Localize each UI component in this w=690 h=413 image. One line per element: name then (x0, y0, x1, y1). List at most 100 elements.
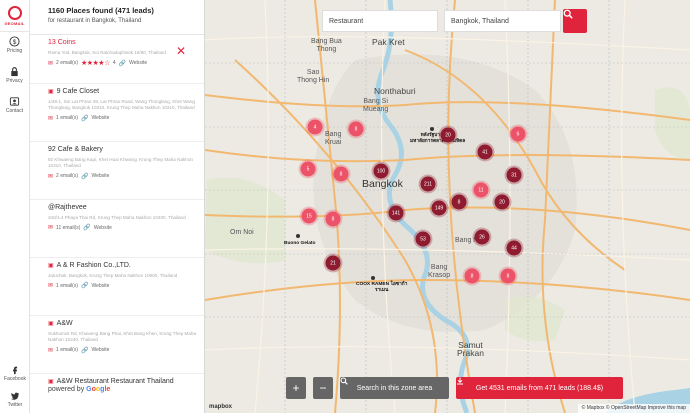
cluster-marker[interactable]: 211 (420, 176, 436, 192)
place-icon: ▣ (48, 89, 54, 95)
map-label: Bang Bua Thong (311, 38, 342, 53)
map-label: Nonthaburi (374, 86, 416, 96)
google-logo: Google (86, 386, 111, 393)
map[interactable]: Pak Kret Bang Bua Thong Sao Thong Hin No… (205, 0, 690, 413)
get-emails-label: Get 4531 emails from 471 leads (188.4$) (475, 384, 604, 392)
rail-item-twitter[interactable]: Twitter (0, 387, 30, 413)
location-input[interactable]: Bangkok, Thailand (444, 10, 561, 32)
cluster-marker[interactable]: 20 (494, 194, 510, 210)
place-item[interactable]: 92 Cafe & Bakery 92 Khwaeng Bang Kapi, K… (30, 142, 204, 200)
results-title: 1160 Places found (471 leads) (48, 6, 154, 15)
place-website[interactable]: Website (91, 283, 109, 289)
place-website[interactable]: Website (91, 115, 109, 121)
keyword-value: Restaurant (329, 17, 364, 25)
cluster-marker[interactable]: 8 (348, 121, 364, 137)
place-item[interactable]: ▣ A&W Sukhumvit Rd, Khwaeng Bang Phai, Kh… (30, 316, 204, 374)
zoom-in-button[interactable]: + (286, 377, 306, 399)
place-emails[interactable]: 1 email(s) (56, 347, 78, 353)
cluster-marker[interactable]: 11 (473, 182, 489, 198)
place-website[interactable]: Website (91, 347, 109, 353)
twitter-icon (10, 392, 20, 400)
rail-item-contact[interactable]: Contact (0, 92, 29, 122)
place-emails[interactable]: 2 email(s) (56, 60, 78, 66)
search-icon (563, 9, 573, 19)
place-emails[interactable]: 1 email(s) (56, 115, 78, 121)
place-name: A & R Fashion Co.,LTD. (56, 262, 131, 269)
cluster-marker[interactable]: 8 (464, 268, 480, 284)
rail-item-label: Twitter (7, 402, 23, 408)
cluster-marker[interactable]: 41 (477, 144, 493, 160)
link-icon: 🔗 (80, 347, 89, 354)
place-website[interactable]: Website (94, 225, 112, 231)
brand-name: GEOMAIL (4, 20, 25, 26)
place-item-selected[interactable]: 13 Coins Rama Yod, Bangkok, Soi Ratchada… (30, 35, 204, 84)
place-address: 340/1-4 Phaya Thai Rd, Krung Thep Maha N… (48, 215, 186, 220)
geomail-app: GEOMAIL $ Pricing Privacy Contact Facebo… (0, 0, 690, 413)
cluster-marker[interactable]: 31 (506, 167, 522, 183)
poi-marker-icon[interactable] (430, 127, 434, 131)
rating-stars: ★★★★☆ (80, 60, 110, 68)
cluster-marker[interactable]: 4 (307, 119, 323, 135)
place-name: A&W Restaurant Restaurant Thailand (56, 378, 174, 385)
cluster-marker[interactable]: 26 (474, 229, 490, 245)
link-icon: 🔗 (80, 283, 89, 290)
place-address: Jatuchak, Bangkok, Krung Thep Maha Nakho… (48, 273, 178, 278)
get-emails-button[interactable]: Get 4531 emails from 471 leads (188.4$) (456, 377, 623, 399)
svg-text:$: $ (13, 39, 17, 46)
map-background (205, 0, 690, 413)
cluster-marker[interactable]: 15 (301, 208, 317, 224)
place-name: 9 Cafe Closet (56, 88, 100, 95)
place-address: Sukhumvit Rd, Khwaeng Bang Phai, Khet Ba… (48, 331, 197, 343)
cluster-marker[interactable]: 149 (431, 200, 447, 216)
place-emails[interactable]: 1 email(s) (56, 283, 78, 289)
cluster-marker[interactable]: 8 (500, 268, 516, 284)
place-emails[interactable]: 11 email(s) (56, 225, 80, 231)
place-item[interactable]: ▣ A & R Fashion Co.,LTD. Jatuchak, Bangko… (30, 258, 204, 316)
cluster-marker[interactable]: 21 (325, 255, 341, 271)
search-button[interactable] (563, 9, 587, 33)
email-icon: ✉ (48, 173, 54, 180)
place-address: 1/48-1, Soi Lat Phrao 49, Lat Phrao Road… (48, 99, 195, 111)
keyword-input[interactable]: Restaurant (322, 10, 438, 32)
place-address: 92 Khwaeng Bang Kapi, Khet Huai Khwang, … (48, 157, 193, 169)
place-website[interactable]: Website (91, 173, 109, 179)
rail-item-facebook[interactable]: Facebook (0, 361, 30, 387)
poi-label: หลังรัฐบาลมิวสิก มหาลัยการตลาด จร.มหิดล (410, 133, 466, 144)
place-website[interactable]: Website (129, 60, 147, 66)
contact-icon (9, 97, 20, 106)
place-item[interactable]: @Rajthevee 340/1-4 Phaya Thai Rd, Krung … (30, 200, 204, 258)
cluster-marker[interactable]: 8 (333, 166, 349, 182)
search-zone-label: Search in this zone area (356, 384, 433, 392)
cluster-marker[interactable]: 100 (373, 163, 389, 179)
cluster-marker[interactable]: 20 (440, 127, 456, 143)
brand-logo[interactable]: GEOMAIL (0, 0, 29, 32)
place-name: A&W (56, 320, 73, 327)
results-header: 1160 Places found (471 leads) for restau… (30, 0, 204, 35)
zoom-out-button[interactable]: − (313, 377, 333, 399)
rail-item-privacy[interactable]: Privacy (0, 62, 29, 92)
place-icon: ▣ (48, 321, 54, 327)
poi-marker-icon[interactable] (296, 234, 300, 238)
poi-marker-icon[interactable] (371, 276, 375, 280)
location-value: Bangkok, Thailand (451, 17, 509, 25)
cluster-marker[interactable]: 5 (300, 161, 316, 177)
cluster-marker[interactable]: 53 (415, 231, 431, 247)
map-label: Bang Krasop (428, 264, 451, 279)
rail-item-pricing[interactable]: $ Pricing (0, 32, 29, 62)
cluster-marker[interactable]: 8 (451, 194, 467, 210)
search-zone-button[interactable]: Search in this zone area (340, 377, 449, 399)
place-emails[interactable]: 2 email(s) (56, 173, 78, 179)
cluster-marker[interactable]: 141 (388, 205, 404, 221)
close-icon[interactable]: ✕ (176, 45, 186, 57)
results-panel: 1160 Places found (471 leads) for restau… (30, 0, 205, 413)
place-name: 92 Cafe & Bakery (48, 146, 103, 153)
cluster-marker[interactable]: 6 (510, 126, 526, 142)
map-attribution[interactable]: © Mapbox © OpenStreetMap Improve this ma… (577, 404, 690, 413)
download-icon (457, 377, 463, 385)
cluster-marker[interactable]: 44 (506, 240, 522, 256)
email-icon: ✉ (48, 225, 54, 232)
place-item[interactable]: ▣ 9 Cafe Closet 1/48-1, Soi Lat Phrao 49,… (30, 84, 204, 142)
map-label: Bang Si Mueang (363, 98, 389, 113)
rail-item-label: Contact (5, 108, 24, 114)
cluster-marker[interactable]: 8 (325, 211, 341, 227)
